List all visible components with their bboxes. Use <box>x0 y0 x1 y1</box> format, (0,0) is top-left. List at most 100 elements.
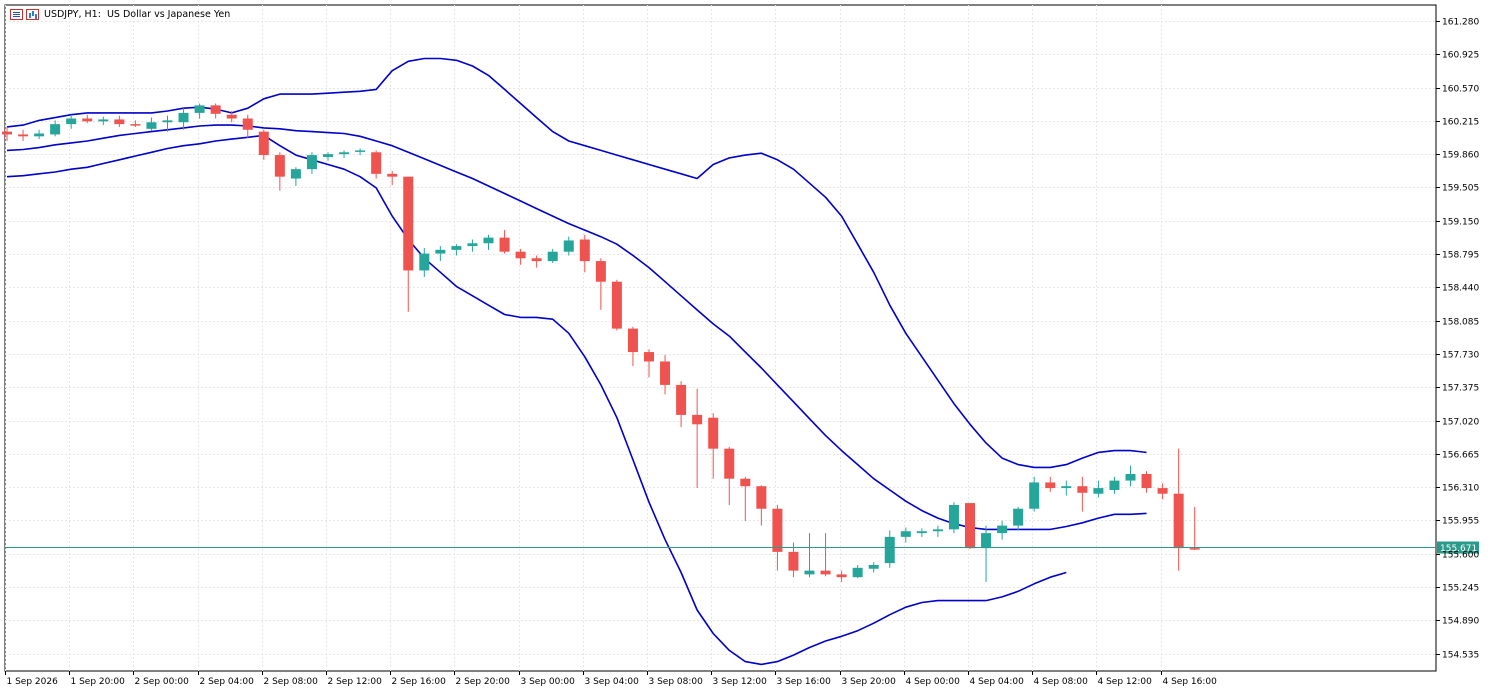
candle-bear <box>692 414 703 425</box>
candle-bear <box>788 551 799 571</box>
candle-bear <box>1173 493 1184 549</box>
y-tick-label: 160.215 <box>1442 118 1479 128</box>
candle-bull <box>804 570 815 575</box>
candle-bull <box>435 249 446 254</box>
candle-bull <box>1061 486 1072 489</box>
time-axis: 1 Sep 2026 1 Sep 20:00 2 Sep 00:00 2 Sep 04… <box>5 671 1218 687</box>
candle-bull <box>900 531 911 537</box>
y-tick-label: 158.085 <box>1442 318 1479 328</box>
candle-bull <box>547 251 558 262</box>
candle-bear <box>820 570 831 575</box>
candle-bear <box>515 251 526 259</box>
candle-bull <box>194 105 205 113</box>
y-tick-label: 155.600 <box>1442 551 1479 561</box>
x-tick-label: 3 Sep 04:00 <box>585 677 640 687</box>
x-tick-label: 3 Sep 08:00 <box>649 677 704 687</box>
y-tick-label: 159.150 <box>1442 218 1479 228</box>
candle-bull <box>563 240 574 252</box>
candle-bear <box>258 131 269 156</box>
candle-bear <box>242 118 253 130</box>
x-tick-label: 3 Sep 00:00 <box>521 677 576 687</box>
candle-bear <box>531 258 542 262</box>
candle-bull <box>355 150 366 152</box>
candle-bear <box>660 361 671 385</box>
candle-bear <box>772 508 783 552</box>
x-tick-label: 2 Sep 20:00 <box>456 677 511 687</box>
x-tick-label: 2 Sep 00:00 <box>135 677 190 687</box>
y-tick-label: 157.375 <box>1442 384 1479 394</box>
candle-bull <box>306 155 317 170</box>
chart-canvas[interactable]: 155.671 161.280160.925160.570160.215159.… <box>0 0 1490 689</box>
y-tick-label: 160.925 <box>1442 51 1479 61</box>
candle-bull <box>162 120 173 123</box>
chart-title-bar: USDJPY, H1: US Dollar vs Japanese Yen <box>10 9 230 20</box>
candle-bear <box>579 239 590 262</box>
candle-bear <box>499 237 510 252</box>
candle-bull <box>1109 480 1120 490</box>
candle-bull <box>339 152 350 155</box>
candle-bull <box>948 504 959 530</box>
candle-bear <box>274 155 285 177</box>
candle-bull <box>1093 488 1104 494</box>
bar-chart-icon[interactable] <box>26 9 39 20</box>
candle-bear <box>965 503 975 549</box>
candle-bear <box>1189 548 1200 550</box>
x-tick-label: 4 Sep 16:00 <box>1163 677 1218 687</box>
y-tick-label: 159.505 <box>1442 184 1479 194</box>
y-tick-label: 159.860 <box>1442 151 1479 161</box>
candle-bear <box>627 328 638 353</box>
candle-bull <box>932 529 943 532</box>
x-tick-label: 1 Sep 2026 <box>7 677 59 687</box>
x-tick-label: 3 Sep 12:00 <box>713 677 768 687</box>
candle-bear <box>130 124 141 126</box>
candle-bull <box>884 536 895 564</box>
x-tick-label: 3 Sep 16:00 <box>777 677 832 687</box>
symbol-label: USDJPY <box>44 9 79 20</box>
candle-bear <box>2 131 12 135</box>
x-tick-label: 2 Sep 12:00 <box>328 677 383 687</box>
candle-bull <box>868 565 879 569</box>
candle-bull <box>981 533 992 549</box>
candle-bull <box>98 119 109 122</box>
candle-bull <box>178 112 189 123</box>
candle-bull <box>1125 474 1136 481</box>
y-tick-label: 154.890 <box>1442 617 1479 627</box>
candle-bull <box>290 169 301 179</box>
x-tick-label: 4 Sep 08:00 <box>1034 677 1089 687</box>
y-tick-label: 158.440 <box>1442 284 1479 294</box>
candle-bull <box>1013 508 1024 526</box>
candle-bull <box>483 237 494 244</box>
candle-bear <box>644 352 654 362</box>
candle-bull <box>419 253 430 271</box>
x-tick-label: 4 Sep 04:00 <box>970 677 1025 687</box>
candle-bear <box>611 281 622 329</box>
y-tick-label: 158.795 <box>1442 251 1479 261</box>
candle-bear <box>210 105 221 114</box>
candle-bear <box>595 261 606 282</box>
candle-bear <box>836 574 847 578</box>
candle-bull <box>916 531 927 534</box>
list-icon[interactable] <box>10 9 23 20</box>
candle-bear <box>676 384 687 415</box>
candle-bull <box>34 133 45 137</box>
plot-area <box>4 4 1437 672</box>
candle-bear <box>371 152 382 174</box>
price-axis: 161.280 160.925 160.570 160.215 159.860 159.5… <box>1436 18 1479 661</box>
y-tick-label: 156.665 <box>1442 451 1479 461</box>
candle-bear <box>82 118 93 122</box>
candle-bull <box>852 567 863 578</box>
x-tick-label: 2 Sep 08:00 <box>264 677 319 687</box>
chart-title: USDJPY, H1: US Dollar vs Japanese Yen <box>44 9 231 20</box>
y-tick-label: 157.730 <box>1442 351 1479 361</box>
candle-bear <box>226 114 237 119</box>
candle-bear <box>740 478 751 487</box>
y-tick-label: 161.280 <box>1442 18 1479 28</box>
y-tick-label: 160.570 <box>1442 85 1479 95</box>
candle-bull <box>146 122 157 129</box>
y-tick-label: 156.310 <box>1442 484 1479 494</box>
y-tick-label: 155.955 <box>1442 517 1479 527</box>
candle-bear <box>403 176 414 271</box>
y-tick-label: 157.020 <box>1442 418 1479 428</box>
candle-bear <box>724 448 735 479</box>
candle-bear <box>708 417 719 449</box>
